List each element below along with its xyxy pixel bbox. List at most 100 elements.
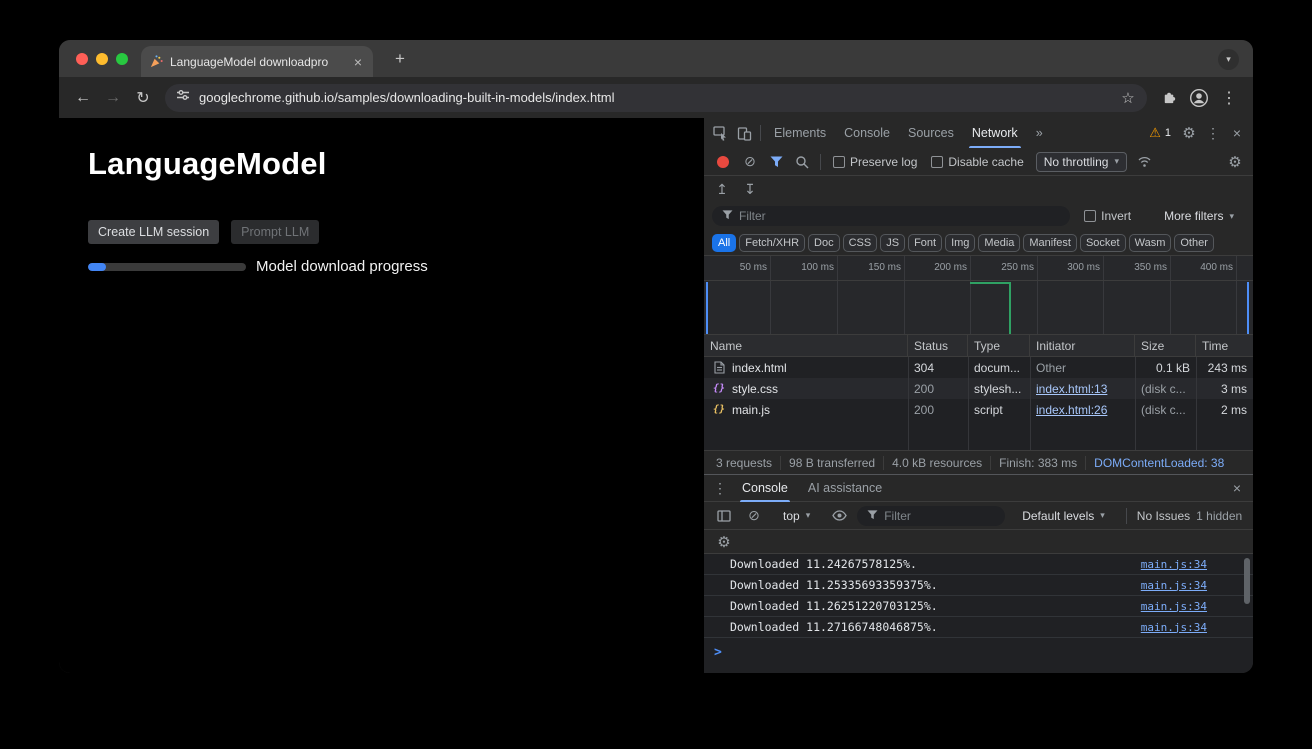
console-filter-field[interactable] (857, 506, 1005, 526)
console-message-source-link[interactable]: main.js:34 (1141, 600, 1207, 613)
tab-elements[interactable]: Elements (765, 118, 835, 148)
console-message-source-link[interactable]: main.js:34 (1141, 558, 1207, 571)
network-settings-icon[interactable]: ⚙ (1223, 150, 1247, 174)
create-llm-session-button[interactable]: Create LLM session (88, 220, 219, 244)
chip-media[interactable]: Media (978, 234, 1020, 252)
tab-close-icon[interactable]: × (351, 54, 365, 70)
column-header-name[interactable]: Name (704, 335, 908, 356)
clear-network-log-icon[interactable]: ⊘ (738, 150, 762, 174)
invert-checkbox[interactable]: Invert (1084, 209, 1131, 223)
prompt-llm-button[interactable]: Prompt LLM (231, 220, 319, 244)
column-header-initiator[interactable]: Initiator (1030, 335, 1135, 356)
export-har-icon[interactable]: ↧ (738, 177, 762, 201)
network-request-row[interactable]: {} main.js 200 script index.html:26 (dis… (704, 399, 1253, 420)
throttling-select[interactable]: No throttling ▾ (1036, 152, 1127, 172)
chip-doc[interactable]: Doc (808, 234, 840, 252)
console-scrollbar[interactable] (1244, 558, 1250, 604)
new-tab-button[interactable]: + (389, 48, 411, 70)
chip-manifest[interactable]: Manifest (1023, 234, 1077, 252)
column-header-size[interactable]: Size (1135, 335, 1196, 356)
column-header-type[interactable]: Type (968, 335, 1030, 356)
network-request-row[interactable]: {} style.css 200 stylesh... index.html:1… (704, 378, 1253, 399)
drawer-tab-ai-assistance[interactable]: AI assistance (800, 474, 890, 502)
request-initiator-link[interactable]: index.html:13 (1030, 378, 1135, 399)
request-type-chips: All Fetch/XHR Doc CSS JS Font Img Media … (704, 230, 1253, 255)
tab-sources[interactable]: Sources (899, 118, 963, 148)
network-filter-field[interactable] (712, 206, 1070, 226)
checkbox-box[interactable] (833, 156, 845, 168)
chip-all[interactable]: All (712, 234, 736, 252)
devtools-settings-icon[interactable]: ⚙ (1177, 121, 1201, 145)
console-settings-icon[interactable]: ⚙ (712, 530, 736, 554)
console-message-text: Downloaded 11.24267578125%. (730, 557, 1141, 571)
console-message-source-link[interactable]: main.js:34 (1141, 621, 1207, 634)
issues-link[interactable]: No Issues (1137, 509, 1190, 523)
forward-button[interactable]: → (99, 84, 127, 112)
site-settings-icon[interactable] (176, 88, 190, 107)
column-header-time[interactable]: Time (1196, 335, 1253, 356)
reload-button[interactable]: ↻ (129, 84, 157, 112)
execution-context-select[interactable]: top ▾ (776, 506, 817, 526)
browser-tab[interactable]: LanguageModel downloadpro × (141, 46, 373, 77)
window-content: LanguageModel Create LLM session Prompt … (59, 118, 1253, 673)
invert-label: Invert (1101, 209, 1131, 223)
clear-console-icon[interactable]: ⊘ (742, 504, 766, 528)
address-bar[interactable]: googlechrome.github.io/samples/downloadi… (165, 84, 1147, 112)
console-prompt[interactable]: > (704, 638, 1253, 673)
network-conditions-icon[interactable] (1133, 150, 1157, 174)
bookmark-star-icon[interactable]: ☆ (1117, 89, 1139, 107)
caret-down-icon: ▾ (1114, 156, 1119, 167)
checkbox-box[interactable] (931, 156, 943, 168)
browser-menu-icon[interactable]: ⋮ (1215, 84, 1243, 112)
zoom-window-button[interactable] (116, 53, 128, 65)
chip-font[interactable]: Font (908, 234, 942, 252)
log-levels-select[interactable]: Default levels ▾ (1015, 506, 1112, 526)
device-toolbar-icon[interactable] (732, 121, 756, 145)
drawer-menu-icon[interactable]: ⋮ (708, 476, 732, 500)
request-initiator-link[interactable]: index.html:26 (1030, 399, 1135, 420)
tab-network[interactable]: Network (963, 118, 1027, 148)
page-title: LanguageModel (88, 146, 327, 182)
network-summary-bar: 3 requests 98 B transferred 4.0 kB resou… (704, 450, 1253, 474)
console-sidebar-icon[interactable] (712, 504, 736, 528)
tab-search-chevron-icon[interactable]: ▾ (1218, 49, 1239, 70)
drawer-tab-console[interactable]: Console (734, 474, 796, 502)
network-request-row[interactable]: index.html 304 docum... Other 0.1 kB 243… (704, 357, 1253, 378)
chip-wasm[interactable]: Wasm (1129, 234, 1172, 252)
disable-cache-checkbox[interactable]: Disable cache (931, 155, 1023, 169)
more-tabs-icon[interactable]: » (1027, 118, 1052, 148)
console-message-source-link[interactable]: main.js:34 (1141, 579, 1207, 592)
live-expression-eye-icon[interactable] (827, 504, 851, 528)
extensions-icon[interactable] (1155, 84, 1183, 112)
minimize-window-button[interactable] (96, 53, 108, 65)
network-overview[interactable]: 50 ms 100 ms 150 ms 200 ms 250 ms 300 ms… (704, 255, 1253, 335)
drawer-close-icon[interactable]: × (1225, 476, 1249, 500)
chip-fetch-xhr[interactable]: Fetch/XHR (739, 234, 805, 252)
chip-js[interactable]: JS (880, 234, 905, 252)
column-header-status[interactable]: Status (908, 335, 968, 356)
console-message-text: Downloaded 11.25335693359375%. (730, 578, 1141, 592)
tab-console[interactable]: Console (835, 118, 899, 148)
devtools-menu-icon[interactable]: ⋮ (1201, 121, 1225, 145)
checkbox-box[interactable] (1084, 210, 1096, 222)
preserve-log-checkbox[interactable]: Preserve log (833, 155, 917, 169)
inspect-element-icon[interactable] (708, 121, 732, 145)
chip-socket[interactable]: Socket (1080, 234, 1126, 252)
chip-css[interactable]: CSS (843, 234, 878, 252)
import-har-icon[interactable]: ↥ (710, 177, 734, 201)
hidden-messages-count[interactable]: 1 hidden (1196, 509, 1242, 523)
search-icon[interactable] (790, 150, 814, 174)
back-button[interactable]: ← (69, 84, 97, 112)
warnings-indicator[interactable]: ⚠ 1 (1143, 125, 1177, 141)
chip-img[interactable]: Img (945, 234, 975, 252)
console-filter-input[interactable] (884, 509, 995, 523)
close-window-button[interactable] (76, 53, 88, 65)
filter-toggle-icon[interactable] (764, 150, 788, 174)
more-filters-button[interactable]: More filters ▾ (1157, 206, 1241, 226)
network-filter-input[interactable] (739, 209, 1060, 223)
profile-avatar[interactable] (1185, 84, 1213, 112)
record-network-log-button[interactable] (717, 156, 729, 168)
devtools-close-icon[interactable]: × (1225, 121, 1249, 145)
url-text[interactable]: googlechrome.github.io/samples/downloadi… (199, 90, 1108, 105)
chip-other[interactable]: Other (1174, 234, 1214, 252)
